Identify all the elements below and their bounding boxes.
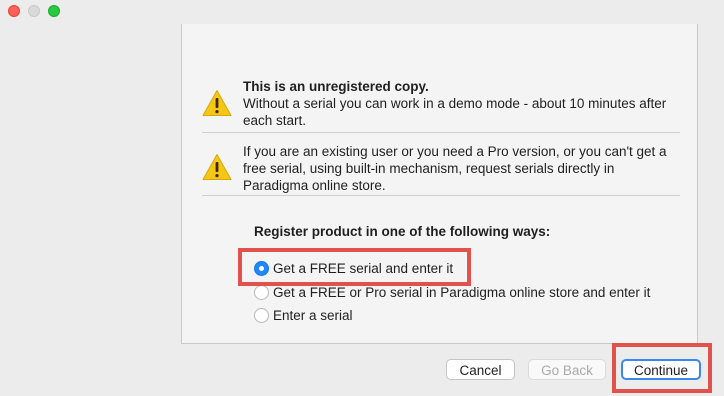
warning-icon (202, 90, 232, 116)
divider (202, 132, 680, 133)
radio-label[interactable]: Enter a serial (273, 307, 353, 325)
highlight-box-free-serial (238, 248, 471, 286)
window-zoom-button[interactable] (48, 5, 60, 17)
radio-label[interactable]: Get a FREE or Pro serial in Paradigma on… (273, 284, 650, 302)
window-titlebar (0, 0, 724, 24)
go-back-button[interactable]: Go Back (528, 359, 606, 380)
register-heading: Register product in one of the following… (254, 224, 551, 239)
warning-icon (202, 154, 232, 180)
notice-body: Without a serial you can work in a demo … (243, 96, 667, 128)
radio-button[interactable] (254, 285, 269, 300)
notice-title: This is an unregistered copy. (243, 79, 429, 94)
radio-button[interactable] (254, 308, 269, 323)
cancel-button[interactable]: Cancel (446, 359, 515, 380)
notice-body: If you are an existing user or you need … (243, 144, 667, 193)
notice-text: If you are an existing user or you need … (243, 143, 683, 194)
notice-text: This is an unregistered copy. Without a … (243, 78, 683, 129)
continue-button[interactable]: Continue (621, 359, 701, 380)
registration-panel: This is an unregistered copy. Without a … (181, 24, 698, 344)
window-close-button[interactable] (8, 5, 20, 17)
divider (202, 195, 680, 196)
window-minimize-button[interactable] (28, 5, 40, 17)
